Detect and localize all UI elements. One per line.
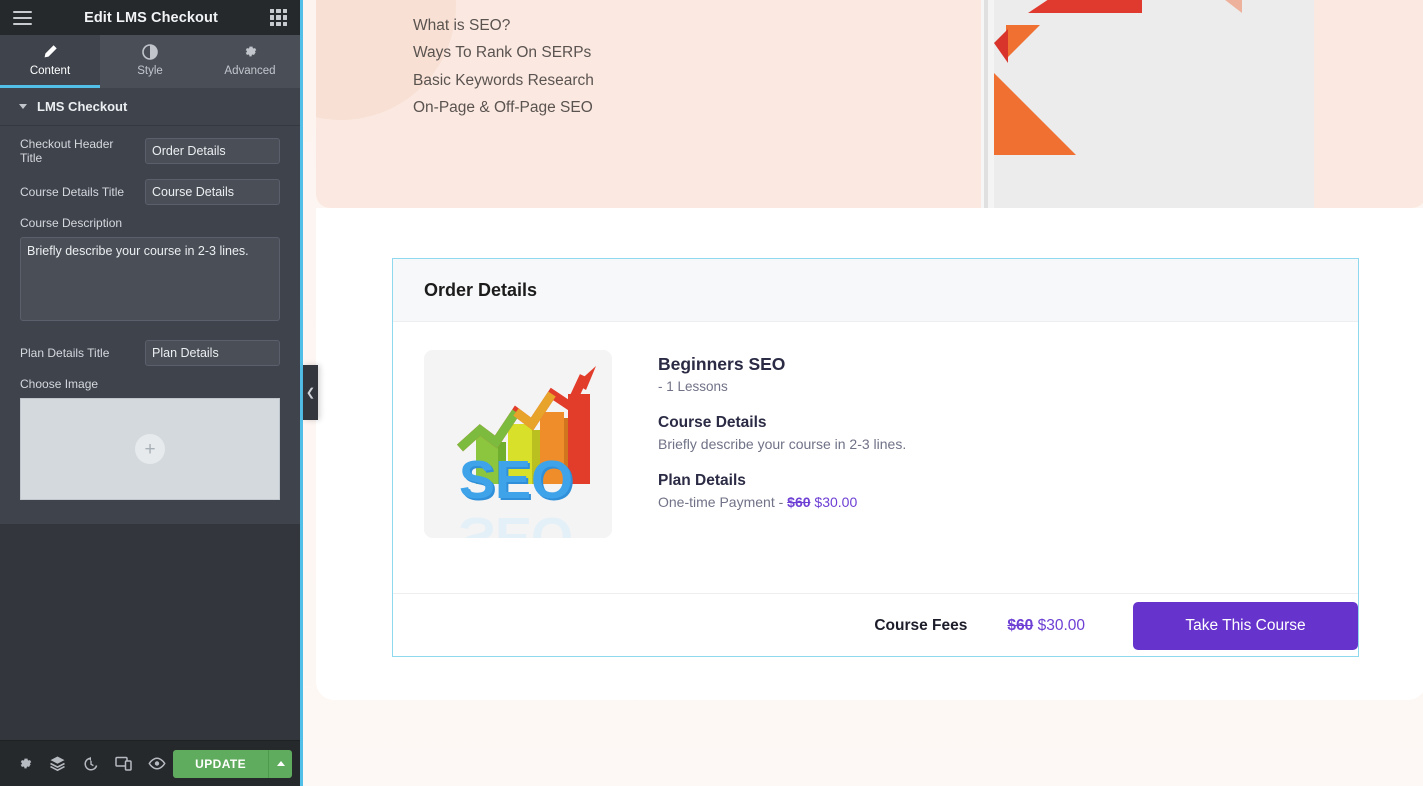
control-choose-image: Choose Image + [20,377,280,500]
choose-image-picker[interactable]: + [20,398,280,500]
caret-down-icon [19,104,27,109]
control-checkout-header-title: Checkout Header Title [20,134,280,167]
control-course-details-title: Course Details Title [20,175,280,208]
elementor-editor: Edit LMS Checkout Content Style Advanced… [0,0,1423,786]
chevron-left-icon: ❮ [305,387,316,399]
tab-style-label: Style [137,64,163,77]
plan-prefix: One-time Payment - [658,493,788,510]
checkout-header-title-label: Checkout Header Title [20,136,114,165]
hero-topic-item: Basic Keywords Research [413,71,594,89]
navigator-layers-icon[interactable] [41,741,74,786]
plan-new-price: $30.00 [814,493,858,510]
panel-collapse-handle[interactable]: ❮ [303,365,318,420]
widget-header: Order Details [393,259,1358,322]
caret-up-icon [276,761,285,766]
panel-tabs: Content Style Advanced [0,35,300,88]
content-card: Order Details SEO SEO SEO Beginners SEO … [316,208,1423,700]
tab-advanced-label: Advanced [224,64,276,77]
plan-details-heading: Plan Details [658,471,746,489]
course-fees-value: $60 $30.00 [1007,617,1085,635]
svg-text:SEO: SEO [459,450,573,510]
hero-topic-item: What is SEO? [413,17,511,34]
hero-topic-item: Ways To Rank On SERPs [413,44,592,62]
widget-body: SEO SEO SEO Beginners SEO - 1 Lessons Co… [393,322,1358,594]
widget-footer: Course Fees $60 $30.00 Take This Course [393,594,1358,657]
fees-old-price: $60 [1007,616,1034,634]
lms-checkout-widget[interactable]: Order Details SEO SEO SEO Beginners SEO … [392,258,1359,657]
choose-image-label: Choose Image [20,377,99,391]
control-plan-details-title: Plan Details Title [20,336,280,369]
update-button[interactable]: UPDATE [173,749,269,778]
settings-gear-icon[interactable] [8,741,41,786]
course-title: Beginners SEO [658,354,786,374]
panel-footer-toolbar: UPDATE [0,740,300,786]
course-details-title-label: Course Details Title [20,184,125,199]
seo-3d-bar-chart-image: SEO SEO SEO [424,350,612,538]
plan-details-title-input[interactable] [145,339,280,366]
plan-old-price: $60 [787,493,811,510]
fees-new-price: $30.00 [1037,616,1085,634]
half-circle-icon [142,43,158,60]
order-details-heading: Order Details [424,279,538,300]
tab-style[interactable]: Style [100,35,200,88]
hero-geometric-image [994,0,1314,208]
course-details-text: Briefly describe your course in 2-3 line… [658,435,907,452]
preview-canvas: What is SEO? Ways To Rank On SERPs Basic… [303,0,1423,786]
course-fees-label: Course Fees [874,616,968,634]
course-description-label: Course Description [20,216,123,230]
section-lms-checkout[interactable]: LMS Checkout [0,88,300,126]
course-description-textarea[interactable] [20,237,280,321]
grid-apps-icon[interactable] [270,9,287,26]
plan-details-title-label: Plan Details Title [20,345,110,360]
tab-content[interactable]: Content [0,35,100,88]
elementor-left-panel: Edit LMS Checkout Content Style Advanced… [0,0,300,786]
gear-icon [242,44,258,60]
control-course-description: Course Description [20,216,280,326]
course-info: Beginners SEO - 1 Lessons Course Details… [658,350,906,569]
panel-title: Edit LMS Checkout [84,9,218,26]
course-lessons-count: - 1 Lessons [658,378,728,394]
pencil-icon [42,44,58,60]
panel-empty-area [0,524,300,740]
panel-header: Edit LMS Checkout [0,0,300,35]
plus-icon: + [135,434,165,464]
svg-text:SEO: SEO [459,506,573,538]
checkout-header-title-input[interactable] [145,137,280,164]
tab-advanced[interactable]: Advanced [200,35,300,88]
take-this-course-button[interactable]: Take This Course [1133,601,1358,650]
hero-section: What is SEO? Ways To Rank On SERPs Basic… [316,0,1423,208]
hero-topic-item: On-Page & Off-Page SEO [413,98,593,116]
panel-controls: Checkout Header Title Course Details Tit… [0,126,300,524]
plan-details-text: One-time Payment - $60 $30.00 [658,494,906,510]
hero-topic-list: What is SEO? Ways To Rank On SERPs Basic… [413,12,594,121]
update-options-caret[interactable] [268,749,293,778]
course-details-title-input[interactable] [145,178,280,205]
course-thumbnail: SEO SEO SEO [424,350,612,538]
preview-eye-icon[interactable] [140,741,173,786]
update-button-group: UPDATE [173,749,293,778]
responsive-mode-icon[interactable] [107,741,140,786]
course-details-heading: Course Details [658,413,767,431]
history-revisions-icon[interactable] [74,741,107,786]
tab-content-label: Content [29,64,71,77]
section-lms-checkout-label: LMS Checkout [37,99,128,114]
hamburger-icon[interactable] [13,10,32,25]
